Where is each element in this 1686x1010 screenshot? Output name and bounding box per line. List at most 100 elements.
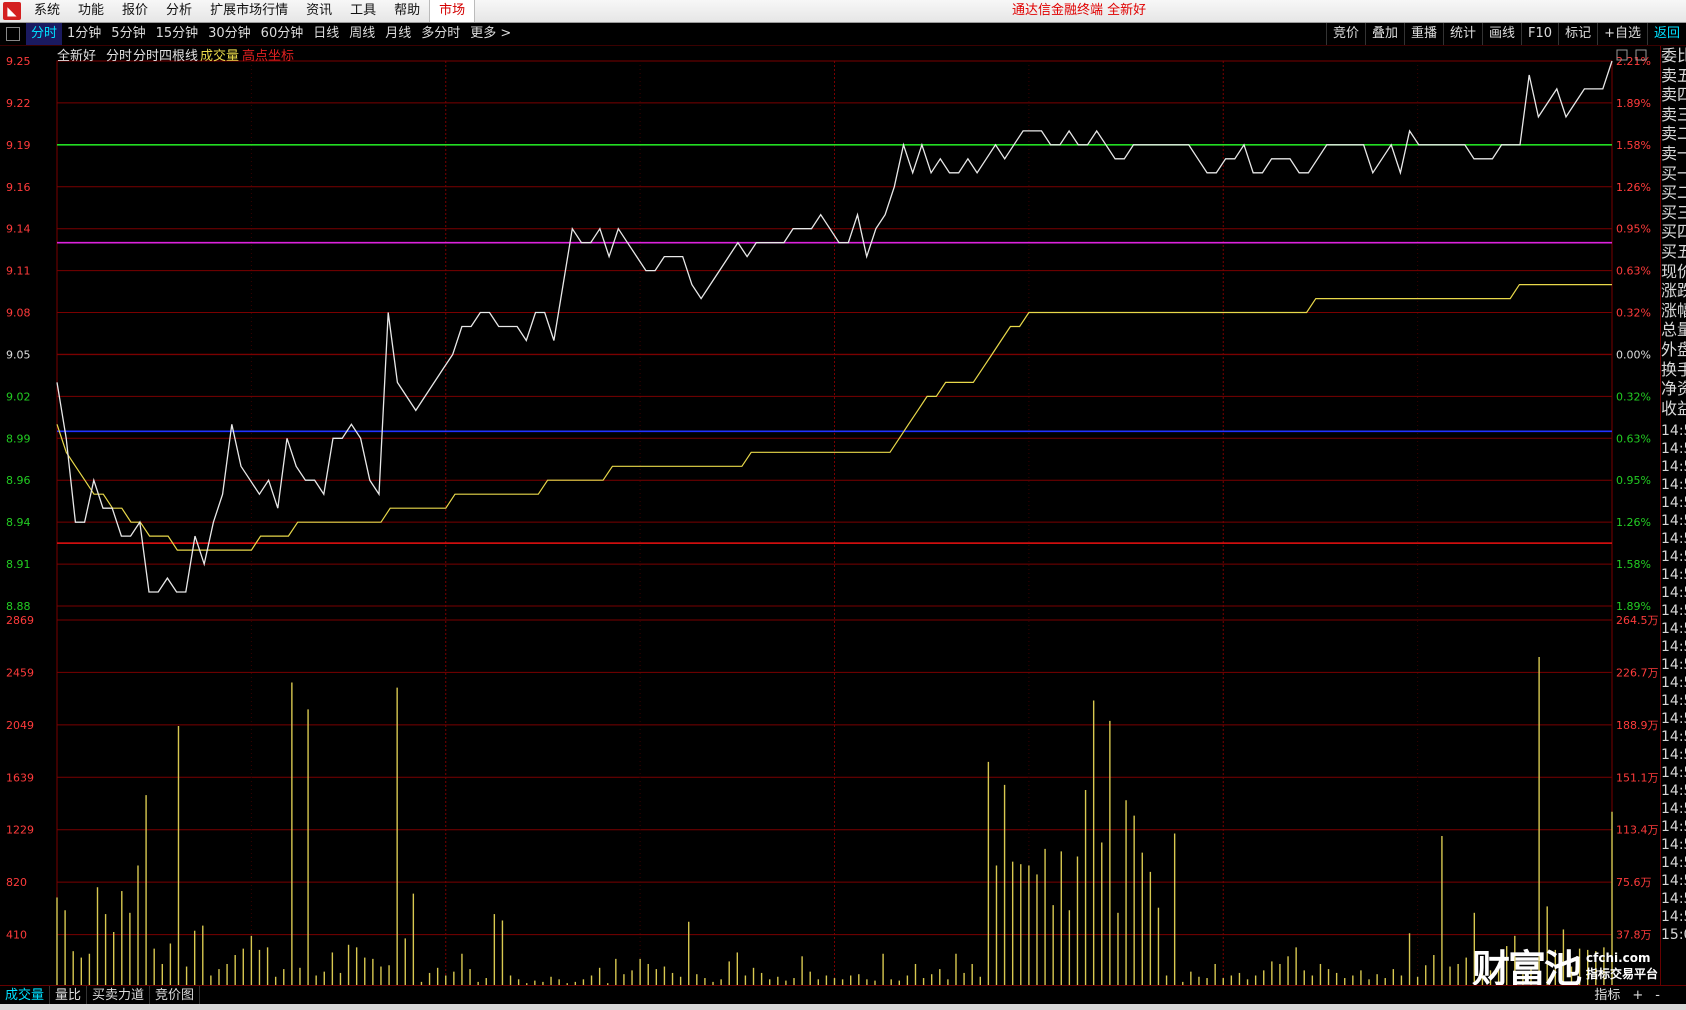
panel-toggle-icon[interactable] xyxy=(6,27,20,41)
draw-line-button[interactable]: 画线 xyxy=(1482,23,1521,45)
quote-label: 卖四 xyxy=(1661,85,1686,105)
tab-volume-ratio[interactable]: 量比 xyxy=(50,986,88,1005)
price-tick-label: 8.99 xyxy=(6,432,31,445)
tab-buy-sell-force[interactable]: 买卖力道 xyxy=(87,986,151,1005)
volume-right-tick-label: 75.6万 xyxy=(1616,876,1652,889)
pct-tick-label: 0.32% xyxy=(1616,390,1651,403)
trade-time: 14:5 xyxy=(1661,459,1686,476)
trade-time: 14:5 xyxy=(1661,873,1686,890)
auction-button[interactable]: 竞价 xyxy=(1325,23,1365,45)
quote-label: 换手 xyxy=(1661,359,1686,379)
menu-market[interactable]: 市场 xyxy=(429,0,476,22)
watermark-site: cfchi.com xyxy=(1586,950,1651,965)
quote-label: 涨跌 xyxy=(1661,281,1686,301)
trade-time: 14:5 xyxy=(1661,441,1686,458)
tab-multi-intraday[interactable]: 多分时 xyxy=(416,23,465,45)
menu-function[interactable]: 功能 xyxy=(69,0,113,22)
statistics-button[interactable]: 统计 xyxy=(1443,23,1482,45)
stock-name: 全新好 xyxy=(57,48,96,64)
tab-30min[interactable]: 30分钟 xyxy=(203,23,256,45)
volume-tick-label: 1639 xyxy=(6,771,34,784)
quote-label: 总量 xyxy=(1661,320,1686,340)
menu-tools[interactable]: 工具 xyxy=(341,0,385,22)
overlay-button[interactable]: 叠加 xyxy=(1364,23,1404,45)
tab-monthly[interactable]: 月线 xyxy=(380,23,416,45)
volume-tick-label: 820 xyxy=(6,876,27,889)
zoom-in-button[interactable]: + xyxy=(1626,986,1649,1005)
watermark-tagline: 指标交易平台 xyxy=(1586,966,1659,981)
quote-panel: 委比卖五卖四卖三卖二卖一买一买二买三买四买五现价涨跌涨幅总量外盘换手净资收益 1… xyxy=(1660,46,1686,986)
quote-label: 委比 xyxy=(1661,46,1686,65)
pct-tick-label: 0.95% xyxy=(1616,474,1651,487)
indicator-button[interactable]: 指标 xyxy=(1588,986,1626,1005)
menu-news[interactable]: 资讯 xyxy=(297,0,341,22)
trade-time: 14:5 xyxy=(1661,801,1686,818)
price-tick-label: 9.14 xyxy=(6,223,31,236)
tab-daily[interactable]: 日线 xyxy=(308,23,344,45)
trade-time: 14:5 xyxy=(1661,567,1686,584)
pct-tick-label: 0.63% xyxy=(1616,265,1651,278)
tab-intraday[interactable]: 分时 xyxy=(26,23,63,45)
zoom-out-button[interactable]: - xyxy=(1649,986,1666,1005)
volume-tick-label: 410 xyxy=(6,929,27,942)
price-tick-label: 9.08 xyxy=(6,307,31,320)
trade-time: 14:5 xyxy=(1661,747,1686,764)
trade-time: 14:5 xyxy=(1661,783,1686,800)
pct-tick-label: 0.95% xyxy=(1616,223,1651,236)
quote-label: 外盘 xyxy=(1661,339,1686,359)
pct-tick-label: 0.63% xyxy=(1616,432,1651,445)
trade-times: 14:514:514:514:514:514:514:514:514:514:5… xyxy=(1661,422,1686,944)
pct-tick-label: 1.58% xyxy=(1616,139,1651,152)
quote-label: 现价 xyxy=(1661,261,1686,281)
quote-labels: 委比卖五卖四卖三卖二卖一买一买二买三买四买五现价涨跌涨幅总量外盘换手净资收益 xyxy=(1661,46,1686,418)
pct-tick-label: 1.58% xyxy=(1616,558,1651,571)
quote-label: 卖五 xyxy=(1661,65,1686,85)
pct-tick-label: 1.26% xyxy=(1616,181,1651,194)
menu-analysis[interactable]: 分析 xyxy=(157,0,201,22)
price-tick-label: 9.02 xyxy=(6,390,31,403)
tab-more[interactable]: 更多 > xyxy=(465,23,516,45)
menu-help[interactable]: 帮助 xyxy=(385,0,429,22)
volume-tick-label: 1229 xyxy=(6,824,34,837)
price-tick-label: 8.96 xyxy=(6,474,31,487)
volume-tick-label: 2459 xyxy=(6,666,34,679)
app-logo-icon: ◣ xyxy=(3,2,21,20)
status-bar xyxy=(0,1004,1686,1010)
menu-system[interactable]: 系统 xyxy=(25,0,69,22)
menu-extended-market[interactable]: 扩展市场行情 xyxy=(201,0,297,22)
f10-button[interactable]: F10 xyxy=(1521,23,1558,45)
trade-time: 14:5 xyxy=(1661,729,1686,746)
tab-1min[interactable]: 1分钟 xyxy=(62,23,106,45)
trade-time: 14:5 xyxy=(1661,603,1686,620)
tab-volume[interactable]: 成交量 xyxy=(0,986,51,1005)
quote-label: 买四 xyxy=(1661,222,1686,242)
pct-tick-label: 1.89% xyxy=(1616,600,1651,613)
price-tick-label: 9.11 xyxy=(6,265,31,278)
tab-60min[interactable]: 60分钟 xyxy=(256,23,309,45)
trade-time: 14:5 xyxy=(1661,657,1686,674)
add-watchlist-button[interactable]: +自选 xyxy=(1597,23,1647,45)
trade-time: 14:5 xyxy=(1661,639,1686,656)
tab-auction-chart[interactable]: 竞价图 xyxy=(150,986,201,1005)
quote-label: 卖二 xyxy=(1661,124,1686,144)
menu-quote[interactable]: 报价 xyxy=(113,0,157,22)
price-tick-label: 8.91 xyxy=(6,558,31,571)
tab-15min[interactable]: 15分钟 xyxy=(151,23,204,45)
price-tick-label: 9.16 xyxy=(6,181,31,194)
intraday-chart[interactable]: 9.25 2.21%9.22 1.89%9.19 1.58%9.16 1.26%9.14… xyxy=(0,46,1660,985)
back-button[interactable]: 返回 xyxy=(1646,23,1686,45)
mark-button[interactable]: 标记 xyxy=(1558,23,1597,45)
quote-label: 净资 xyxy=(1661,379,1686,399)
trade-time: 14:5 xyxy=(1661,837,1686,854)
volume-right-tick-label: 226.7万 xyxy=(1616,666,1659,679)
replay-button[interactable]: 重播 xyxy=(1403,23,1443,45)
volume-right-tick-label: 264.5万 xyxy=(1616,614,1659,627)
right-toolbar: 竞价 叠加 重播 统计 画线 F10 标记 +自选 返回 xyxy=(1325,23,1686,45)
quote-label: 涨幅 xyxy=(1661,300,1686,320)
price-tick-label: 8.94 xyxy=(6,516,31,529)
quote-label: 买五 xyxy=(1661,241,1686,261)
trade-time: 14:5 xyxy=(1661,495,1686,512)
tab-5min[interactable]: 5分钟 xyxy=(106,23,150,45)
tab-weekly[interactable]: 周线 xyxy=(344,23,380,45)
volume-tick-label: 2049 xyxy=(6,719,34,732)
